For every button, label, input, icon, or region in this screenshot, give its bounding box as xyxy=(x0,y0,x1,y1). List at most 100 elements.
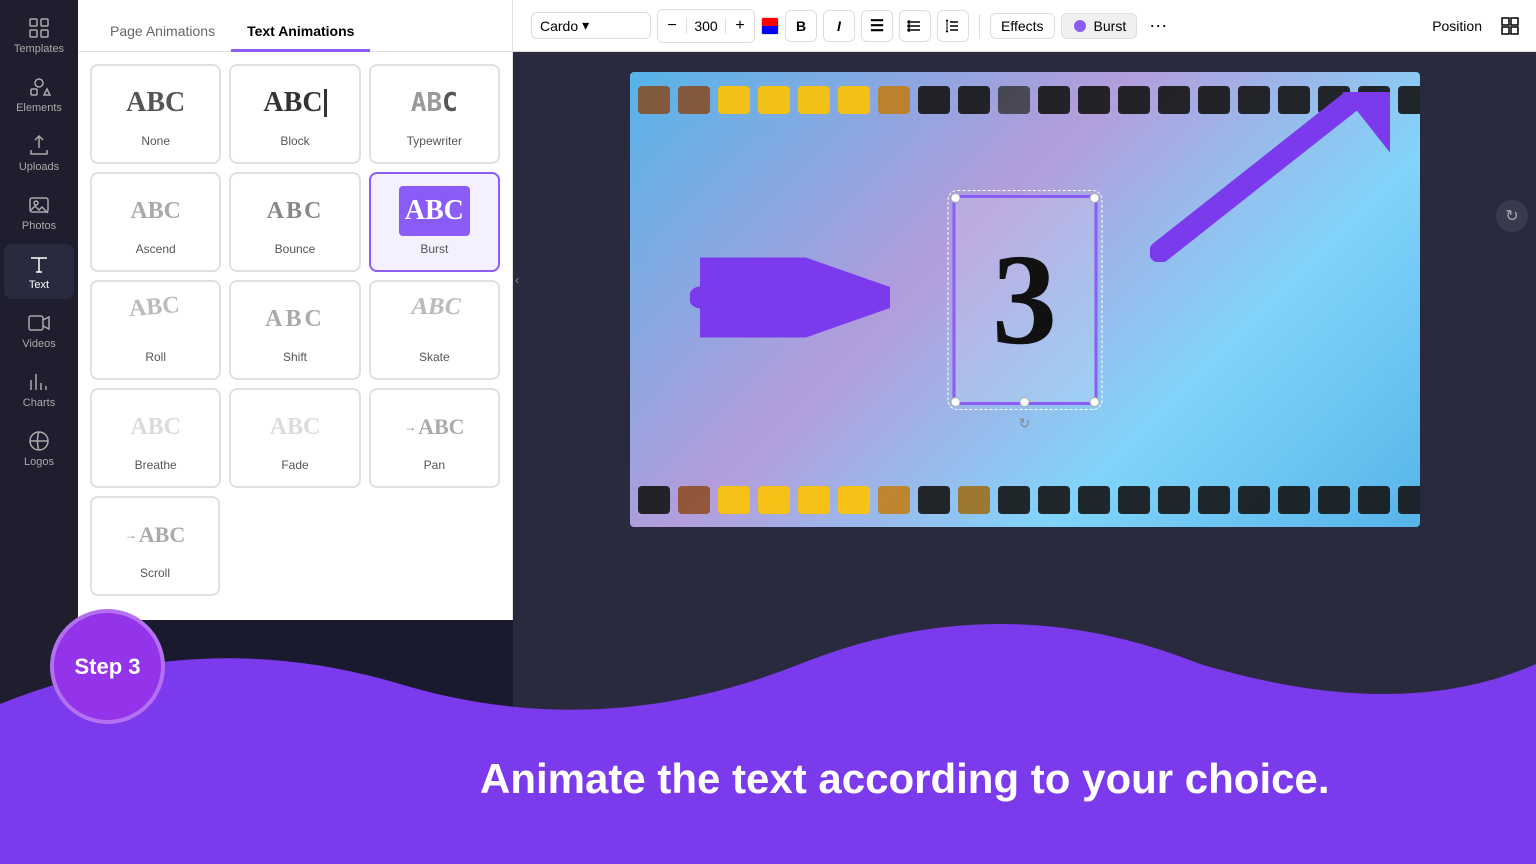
animation-none[interactable]: ABC None xyxy=(90,64,221,164)
line-spacing-button[interactable] xyxy=(937,10,969,42)
film-hole xyxy=(758,486,790,514)
font-size-input[interactable] xyxy=(686,18,726,34)
animation-block-label: Block xyxy=(280,134,309,148)
text-color-button[interactable] xyxy=(761,17,779,35)
font-size-decrease-button[interactable]: − xyxy=(658,10,686,42)
animation-scroll-label: Scroll xyxy=(140,566,170,580)
sidebar-item-elements[interactable]: Elements xyxy=(4,67,74,122)
film-hole xyxy=(1118,86,1150,114)
film-hole xyxy=(958,486,990,514)
step-label: Step 3 xyxy=(74,654,140,680)
animation-ascend[interactable]: ABC Ascend xyxy=(90,172,221,272)
animation-none-preview: ABC xyxy=(126,78,185,128)
film-hole xyxy=(718,86,750,114)
animation-fade-label: Fade xyxy=(281,458,308,472)
animation-scroll[interactable]: →ABC Scroll xyxy=(90,496,220,596)
resize-handle-bl[interactable] xyxy=(950,397,960,407)
animation-breathe[interactable]: ABC Breathe xyxy=(90,388,221,488)
animation-fade[interactable]: ABC Fade xyxy=(229,388,360,488)
timeline-slide-1-number: 3 xyxy=(569,802,580,828)
film-hole xyxy=(678,486,710,514)
videos-icon xyxy=(27,311,51,335)
resize-handle-tl[interactable] xyxy=(950,193,960,203)
elements-icon xyxy=(27,75,51,99)
number-card[interactable]: 3 xyxy=(952,195,1097,405)
sidebar-item-text[interactable]: Text xyxy=(4,244,74,299)
animation-shift[interactable]: ABC Shift xyxy=(229,280,360,380)
sidebar-item-logos[interactable]: Logos xyxy=(4,421,74,476)
animation-bounce[interactable]: ABC Bounce xyxy=(229,172,360,272)
text-align-button[interactable]: ☰ xyxy=(861,10,893,42)
film-hole xyxy=(1118,486,1150,514)
grid-view-button[interactable] xyxy=(1496,12,1524,40)
sidebar-item-photos[interactable]: Photos xyxy=(4,185,74,240)
canvas-number: 3 xyxy=(992,235,1057,365)
canvas-collapse-button[interactable]: ▼ xyxy=(1010,743,1040,761)
resize-handle-tr[interactable] xyxy=(1089,193,1099,203)
film-hole xyxy=(798,486,830,514)
film-hole xyxy=(638,86,670,114)
resize-handle-bm[interactable] xyxy=(1020,397,1030,407)
film-hole xyxy=(798,86,830,114)
animation-pan[interactable]: →ABC Pan xyxy=(369,388,500,488)
animation-roll-label: Roll xyxy=(145,350,166,364)
animation-block[interactable]: ABC Block xyxy=(229,64,360,164)
animation-none-label: None xyxy=(141,134,170,148)
sidebar-item-label-templates: Templates xyxy=(14,43,64,55)
burst-animation-button[interactable]: Burst xyxy=(1061,13,1138,39)
rotate-icon[interactable]: ↻ xyxy=(1019,415,1031,518)
animation-block-preview: ABC xyxy=(263,78,326,128)
timeline-slide-1[interactable]: 3 xyxy=(529,785,619,845)
animation-roll[interactable]: ABC Roll xyxy=(90,280,221,380)
film-hole xyxy=(638,486,670,514)
animation-scroll-preview: →ABC xyxy=(125,510,185,560)
grid-icon xyxy=(1500,16,1520,36)
uploads-icon xyxy=(27,134,51,158)
sidebar-item-more[interactable]: ··· xyxy=(4,815,74,852)
list-button[interactable] xyxy=(899,10,931,42)
animation-burst-label: Burst xyxy=(420,242,448,256)
sidebar-item-label-logos: Logos xyxy=(24,456,54,468)
animation-skate-label: Skate xyxy=(419,350,450,364)
toolbar-divider-1 xyxy=(979,14,980,38)
position-button[interactable]: Position xyxy=(1424,14,1490,38)
resize-handle-br[interactable] xyxy=(1089,397,1099,407)
sidebar-item-label-text: Text xyxy=(29,279,49,291)
font-name: Cardo xyxy=(540,18,578,34)
sidebar-item-charts[interactable]: Charts xyxy=(4,362,74,417)
font-selector[interactable]: Cardo ▾ xyxy=(531,12,651,39)
animation-ascend-label: Ascend xyxy=(136,242,176,256)
animation-grid: ABC None ABC Block ABC Typewriter ABC As… xyxy=(78,52,512,608)
sidebar-item-uploads[interactable]: Uploads xyxy=(4,126,74,181)
more-icon: ··· xyxy=(27,823,51,844)
film-hole xyxy=(1078,86,1110,114)
animation-burst[interactable]: ABC Burst xyxy=(369,172,500,272)
animation-bounce-preview: ABC xyxy=(267,186,324,236)
text-icon xyxy=(27,252,51,276)
font-size-increase-button[interactable]: + xyxy=(726,10,754,42)
animation-fade-preview: ABC xyxy=(270,402,321,452)
bold-button[interactable]: B xyxy=(785,10,817,42)
timeline-slide-2[interactable] xyxy=(629,785,719,845)
sidebar-item-label-videos: Videos xyxy=(22,338,55,350)
sidebar-item-label-uploads: Uploads xyxy=(19,161,59,173)
sidebar-item-videos[interactable]: Videos xyxy=(4,303,74,358)
tab-text-animations[interactable]: Text Animations xyxy=(231,13,370,52)
film-hole xyxy=(918,486,950,514)
italic-button[interactable]: I xyxy=(823,10,855,42)
film-hole xyxy=(958,86,990,114)
animation-typewriter[interactable]: ABC Typewriter xyxy=(369,64,500,164)
more-options-button[interactable]: ··· xyxy=(1143,11,1173,40)
tab-page-animations[interactable]: Page Animations xyxy=(94,13,231,52)
refresh-icon[interactable]: ↻ xyxy=(1496,200,1528,232)
list-icon xyxy=(907,18,923,34)
animation-typewriter-label: Typewriter xyxy=(407,134,462,148)
animation-skate[interactable]: ABC Skate xyxy=(369,280,500,380)
effects-button[interactable]: Effects xyxy=(990,13,1055,39)
chevron-down-icon: ▾ xyxy=(582,17,589,34)
canvas-background: 3 xyxy=(630,72,1420,527)
animation-shift-preview: ABC xyxy=(265,294,325,344)
sidebar-item-label-charts: Charts xyxy=(23,397,55,409)
sidebar-item-templates[interactable]: Templates xyxy=(4,8,74,63)
film-hole xyxy=(838,486,870,514)
